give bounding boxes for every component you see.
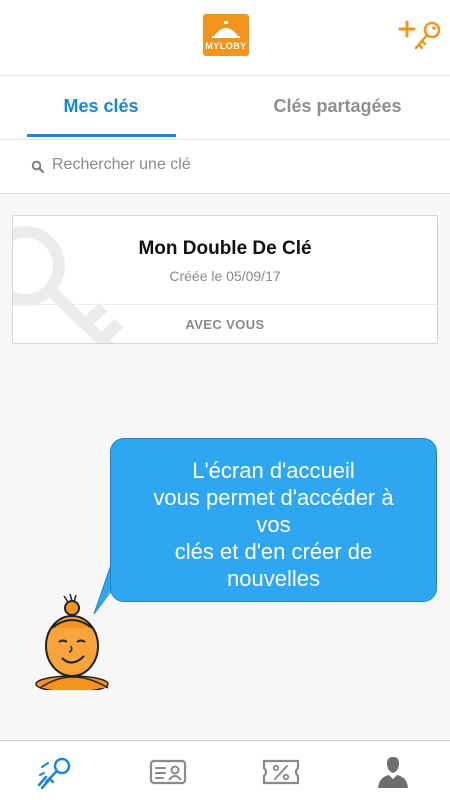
nav-keys-button[interactable] <box>0 741 112 800</box>
app-header: MYLOBY <box>0 0 450 76</box>
tooltip-text: L'écran d'accueil vous permet d'accéder … <box>111 457 436 592</box>
nav-id-card-button[interactable] <box>112 741 224 800</box>
bottom-navigation <box>0 740 450 800</box>
logo-text: MYLOBY <box>205 41 247 51</box>
tab-bar: Mes clés Clés partagées <box>0 76 450 140</box>
nav-profile-button[interactable] <box>337 741 449 800</box>
card-divider <box>13 304 437 305</box>
tooltip-line: vous permet d'accéder à <box>153 485 394 510</box>
key-created-date: Créée le 05/09/17 <box>169 268 281 284</box>
tooltip-line: L'écran d'accueil <box>192 458 355 483</box>
add-key-icon <box>398 20 441 50</box>
tooltip-line: clés et d'en créer de <box>174 539 373 564</box>
id-card-icon <box>149 759 187 785</box>
mascot-icon <box>35 594 109 690</box>
onboarding-tooltip: L'écran d'accueil vous permet d'accéder … <box>110 438 437 602</box>
key-card[interactable]: Mon Double De Clé Créée le 05/09/17 AVEC… <box>12 215 438 344</box>
active-tab-indicator <box>27 134 176 137</box>
search-input[interactable]: Rechercher une clé <box>0 140 450 194</box>
profile-icon <box>378 757 408 788</box>
tab-shared-keys[interactable]: Clés partagées <box>225 76 450 140</box>
keys-icon <box>37 757 71 789</box>
add-key-button[interactable] <box>398 18 444 52</box>
key-status: AVEC VOUS <box>185 317 265 332</box>
tooltip-line: nouvelles <box>227 566 320 591</box>
key-title: Mon Double De Clé <box>138 238 312 259</box>
nav-discount-button[interactable] <box>225 741 337 800</box>
tab-my-keys[interactable]: Mes clés <box>0 76 202 140</box>
search-icon <box>31 160 44 173</box>
myloby-logo: MYLOBY <box>203 14 249 56</box>
search-placeholder: Rechercher une clé <box>52 156 191 173</box>
tooltip-line: vos <box>256 512 291 537</box>
discount-ticket-icon <box>262 759 300 785</box>
